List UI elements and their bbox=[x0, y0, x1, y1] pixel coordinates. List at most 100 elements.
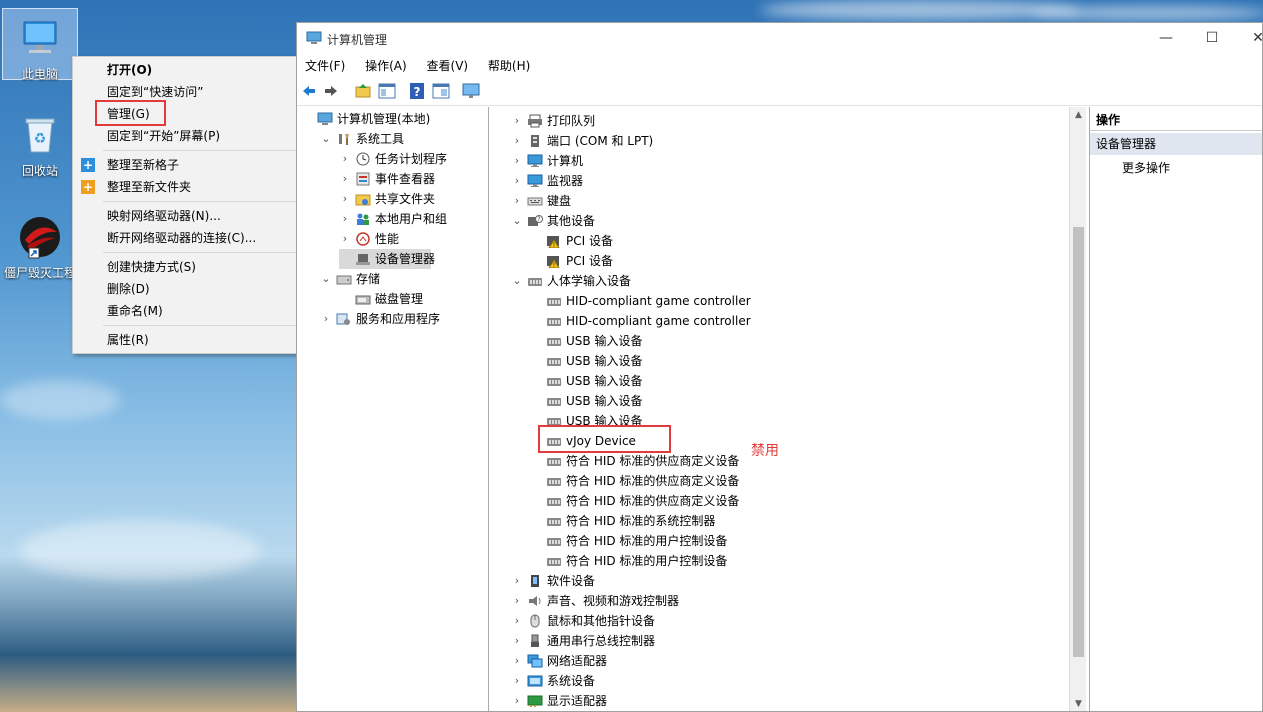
nav-tree-item[interactable]: ⌄ 系统工具 bbox=[320, 129, 488, 149]
more-actions-link[interactable]: 更多操作 bbox=[1090, 157, 1262, 179]
expand-chevron-icon[interactable]: › bbox=[511, 571, 523, 591]
device-tree-item[interactable]: › 声音、视频和游戏控制器 bbox=[511, 591, 1031, 611]
device-tree-item[interactable]: ! PCI 设备 bbox=[530, 251, 1050, 271]
device-tree-item[interactable]: ⌄ 人体学输入设备 bbox=[511, 271, 1031, 291]
device-tree-item[interactable]: USB 输入设备 bbox=[530, 331, 1050, 351]
context-menu-item[interactable]: 属性(R) bbox=[73, 329, 307, 351]
device-tree-item[interactable]: › 监视器 bbox=[511, 171, 1031, 191]
device-tree-item[interactable]: 符合 HID 标准的系统控制器 bbox=[530, 511, 1050, 531]
tree-item-label: 符合 HID 标准的用户控制设备 bbox=[566, 534, 728, 548]
context-menu-item[interactable]: + 整理至新格子 bbox=[73, 154, 307, 176]
nav-tree-item[interactable]: 设备管理器 bbox=[339, 249, 435, 269]
expand-chevron-icon[interactable]: › bbox=[511, 611, 523, 631]
device-tree-item[interactable]: 符合 HID 标准的供应商定义设备 bbox=[530, 451, 1050, 471]
back-arrow-icon[interactable] bbox=[299, 81, 319, 101]
nav-tree-item[interactable]: › 服务和应用程序 bbox=[320, 309, 488, 329]
device-tree-item[interactable]: › 网络适配器 bbox=[511, 651, 1031, 671]
device-tree-item[interactable]: HID-compliant game controller bbox=[530, 291, 1050, 311]
expand-chevron-icon[interactable]: › bbox=[320, 309, 332, 329]
forward-arrow-icon[interactable] bbox=[321, 81, 341, 101]
expand-chevron-icon[interactable]: › bbox=[511, 111, 523, 131]
monitor-scan-icon[interactable] bbox=[461, 81, 481, 101]
context-menu-item[interactable]: 删除(D) bbox=[73, 278, 307, 300]
expand-chevron-icon[interactable]: › bbox=[511, 651, 523, 671]
context-menu-item[interactable]: 映射网络驱动器(N)... bbox=[73, 205, 307, 227]
expand-chevron-icon[interactable]: › bbox=[339, 189, 351, 209]
device-tree-item[interactable]: 符合 HID 标准的用户控制设备 bbox=[530, 551, 1050, 571]
desktop-icon-recycle-bin[interactable]: ♻ 回收站 bbox=[2, 106, 78, 179]
device-tree-item[interactable]: › 通用串行总线控制器 bbox=[511, 631, 1031, 651]
expand-chevron-icon[interactable]: › bbox=[511, 671, 523, 691]
device-tree-scrollbar[interactable]: ▲ ▼ bbox=[1069, 107, 1087, 711]
context-menu-item[interactable]: 断开网络驱动器的连接(C)... bbox=[73, 227, 307, 249]
device-tree-item[interactable]: 符合 HID 标准的供应商定义设备 bbox=[530, 491, 1050, 511]
collapse-chevron-icon[interactable]: ⌄ bbox=[320, 269, 332, 289]
menu-help[interactable]: 帮助(H) bbox=[480, 54, 538, 76]
nav-tree-item[interactable]: › 共享文件夹 bbox=[339, 189, 488, 209]
device-tree-item[interactable]: › 端口 (COM 和 LPT) bbox=[511, 131, 1031, 151]
device-tree-item[interactable]: USB 输入设备 bbox=[530, 391, 1050, 411]
device-tree-item[interactable]: › 软件设备 bbox=[511, 571, 1031, 591]
context-menu-item[interactable]: + 整理至新文件夹 bbox=[73, 176, 307, 198]
device-tree-item[interactable]: ⌄? 其他设备 bbox=[511, 211, 1031, 231]
nav-tree-item[interactable]: › 事件查看器 bbox=[339, 169, 488, 189]
help-icon[interactable]: ? bbox=[407, 81, 427, 101]
device-tree-item[interactable]: › 鼠标和其他指针设备 bbox=[511, 611, 1031, 631]
nav-tree-item[interactable]: › 任务计划程序 bbox=[339, 149, 488, 169]
up-folder-icon[interactable] bbox=[353, 81, 373, 101]
recycle-bin-icon: ♻ bbox=[17, 112, 63, 158]
show-tree-icon[interactable] bbox=[377, 81, 397, 101]
desktop-icon-this-pc[interactable]: 此电脑 bbox=[2, 8, 78, 81]
this-pc-icon bbox=[17, 15, 63, 61]
minimize-button[interactable]: — bbox=[1143, 23, 1189, 54]
context-menu-item[interactable]: 固定到“开始”屏幕(P) bbox=[73, 125, 307, 147]
device-tree-item[interactable]: HID-compliant game controller bbox=[530, 311, 1050, 331]
expand-chevron-icon[interactable]: › bbox=[339, 149, 351, 169]
context-menu-item[interactable]: 创建快捷方式(S) bbox=[73, 256, 307, 278]
collapse-chevron-icon[interactable]: ⌄ bbox=[320, 129, 332, 149]
desktop-icon-zombie-game[interactable]: 僵尸毁灭工程 bbox=[2, 208, 78, 281]
actions-section-device-manager[interactable]: 设备管理器 bbox=[1090, 133, 1262, 155]
device-tree-item[interactable]: › 系统设备 bbox=[511, 671, 1031, 691]
menu-action[interactable]: 操作(A) bbox=[357, 54, 415, 76]
expand-chevron-icon[interactable]: › bbox=[339, 229, 351, 249]
collapse-chevron-icon[interactable]: ⌄ bbox=[511, 271, 523, 291]
nav-tree-item[interactable]: 磁盘管理 bbox=[339, 289, 488, 309]
expand-chevron-icon[interactable]: › bbox=[511, 171, 523, 191]
device-tree-item[interactable]: ! PCI 设备 bbox=[530, 231, 1050, 251]
expand-chevron-icon[interactable]: › bbox=[339, 169, 351, 189]
properties-icon[interactable] bbox=[431, 81, 451, 101]
collapse-chevron-icon[interactable]: ⌄ bbox=[511, 211, 523, 231]
maximize-button[interactable]: ☐ bbox=[1189, 23, 1235, 54]
context-menu-item[interactable]: 打开(O) bbox=[73, 59, 307, 81]
expand-chevron-icon[interactable]: › bbox=[339, 209, 351, 229]
menu-file[interactable]: 文件(F) bbox=[297, 54, 353, 76]
expand-chevron-icon[interactable]: › bbox=[511, 691, 523, 711]
expand-chevron-icon[interactable]: › bbox=[511, 131, 523, 151]
close-button[interactable]: ✕ bbox=[1235, 23, 1262, 54]
expand-chevron-icon[interactable]: › bbox=[511, 631, 523, 651]
tree-item-label: 符合 HID 标准的供应商定义设备 bbox=[566, 474, 740, 488]
device-tree-item[interactable]: › 打印队列 bbox=[511, 111, 1031, 131]
scrollbar-thumb[interactable] bbox=[1073, 227, 1084, 657]
expand-chevron-icon[interactable]: › bbox=[511, 591, 523, 611]
expand-chevron-icon[interactable]: › bbox=[511, 191, 523, 211]
context-menu-item[interactable]: 重命名(M) bbox=[73, 300, 307, 322]
device-tree-item[interactable]: USB 输入设备 bbox=[530, 351, 1050, 371]
nav-tree-item[interactable]: 计算机管理(本地) bbox=[301, 109, 488, 129]
device-tree-item[interactable]: › 计算机 bbox=[511, 151, 1031, 171]
device-tree-item[interactable]: 符合 HID 标准的供应商定义设备 bbox=[530, 471, 1050, 491]
scroll-down-icon[interactable]: ▼ bbox=[1070, 696, 1087, 711]
title-bar[interactable]: 计算机管理 — ☐ ✕ bbox=[297, 23, 1262, 54]
device-tree-item[interactable]: 符合 HID 标准的用户控制设备 bbox=[530, 531, 1050, 551]
menu-view[interactable]: 查看(V) bbox=[419, 54, 477, 76]
nav-tree-item[interactable]: › 性能 bbox=[339, 229, 488, 249]
menu-separator bbox=[103, 150, 305, 151]
device-tree-item[interactable]: › 键盘 bbox=[511, 191, 1031, 211]
device-tree-item[interactable]: USB 输入设备 bbox=[530, 371, 1050, 391]
scroll-up-icon[interactable]: ▲ bbox=[1070, 107, 1087, 124]
nav-tree-item[interactable]: › 本地用户和组 bbox=[339, 209, 488, 229]
device-tree-item[interactable]: › 显示适配器 bbox=[511, 691, 1031, 711]
expand-chevron-icon[interactable]: › bbox=[511, 151, 523, 171]
nav-tree-item[interactable]: ⌄ 存储 bbox=[320, 269, 488, 289]
